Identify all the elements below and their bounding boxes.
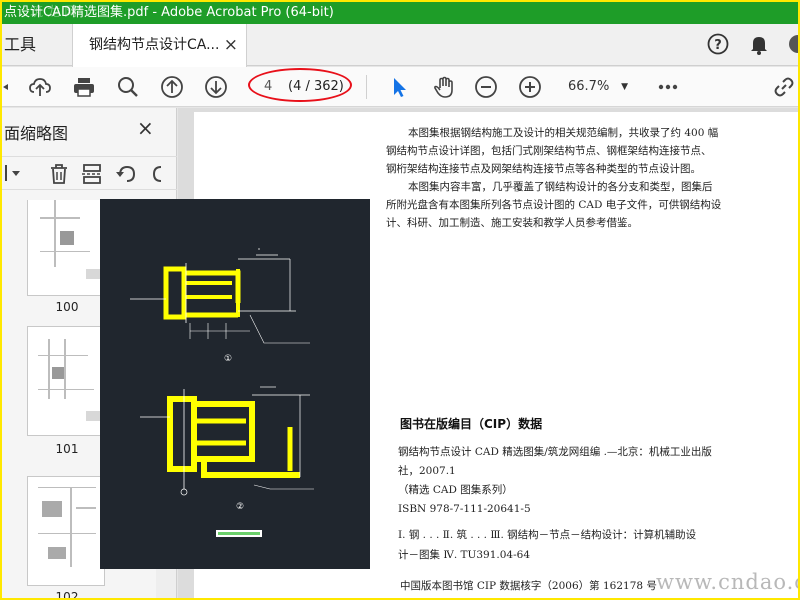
cad-detail-2 xyxy=(140,386,314,496)
text-line: ISBN 978-7-111-20641-5 xyxy=(398,503,531,515)
site-watermark: www.cndao.com xyxy=(656,570,798,594)
cad-drawing-overlay: ① ② xyxy=(100,199,370,569)
tab-tools[interactable]: 工具 xyxy=(2,24,36,66)
text-line: Ⅰ. 钢 . . . Ⅱ. 筑 . . . Ⅲ. 钢结构－节点－结构设计：计算机… xyxy=(398,529,697,541)
tab-document[interactable]: 钢结构节点设计CA... × xyxy=(72,24,247,67)
thumbnail-toolbar xyxy=(2,156,177,190)
zoom-in-icon[interactable] xyxy=(518,75,542,99)
help-icon[interactable]: ? xyxy=(706,32,730,56)
options-dropdown-icon[interactable] xyxy=(4,163,22,183)
panel-close-icon[interactable]: × xyxy=(137,116,154,140)
text-line: 社，2007.1 xyxy=(398,465,456,477)
text-line: 钢结构节点设计 CAD 精选图集/筑龙网组编 .—北京：机械工业出版 xyxy=(398,446,712,458)
svg-text:?: ? xyxy=(714,38,722,53)
print-icon[interactable] xyxy=(72,75,96,99)
text-line: 本图集内容丰富，几乎覆盖了钢结构设计的各分支和类型，图集后 xyxy=(408,181,713,193)
classification-text: Ⅰ. 钢 . . . Ⅱ. 筑 . . . Ⅲ. 钢结构－节点－结构设计：计算机… xyxy=(398,525,696,565)
thumbnail-page-number: 101 xyxy=(55,442,79,456)
tab-close-icon[interactable]: × xyxy=(224,24,238,66)
red-highlight-circle xyxy=(248,68,352,102)
thumbnail-page-number: 100 xyxy=(55,300,79,314)
cad-drawing: ① ② xyxy=(130,248,314,537)
cip-record: 钢结构节点设计 CAD 精选图集/筑龙网组编 .—北京：机械工业出版 社，200… xyxy=(398,443,712,519)
text-line: 所附光盘含有本图集所列各节点设计图的 CAD 电子文件，可供钢结构设 xyxy=(386,199,722,211)
text-line: 本图集根据钢结构施工及设计的相关规范编制，共收录了约 400 幅 xyxy=(408,127,719,139)
zoom-level-select[interactable]: 66.7% ▼ xyxy=(562,75,634,99)
chevron-down-icon: ▼ xyxy=(621,82,628,92)
intro-paragraph-1: 本图集根据钢结构施工及设计的相关规范编制，共收录了约 400 幅 钢结构节点设计… xyxy=(386,124,718,178)
catalog-number: 中国版本图书馆 CIP 数据核字（2006）第 162178 号 xyxy=(400,580,657,592)
title-bar: 点设计CAD精选图集.pdf - Adobe Acrobat Pro (64-b… xyxy=(2,2,798,24)
thumbnail-page-number: 102 xyxy=(55,590,79,598)
page-thumbnail[interactable] xyxy=(27,476,105,586)
toolbar-divider xyxy=(366,75,367,99)
zoom-out-icon[interactable] xyxy=(474,75,498,99)
next-page-icon[interactable] xyxy=(204,75,228,99)
zoom-level-value: 66.7% xyxy=(568,79,610,94)
acrobat-window: 点设计CAD精选图集.pdf - Adobe Acrobat Pro (64-b… xyxy=(2,2,798,598)
panel-title: 面缩略图 xyxy=(4,124,69,143)
text-line: 计－图集 Ⅳ. TU391.04-64 xyxy=(398,549,531,561)
page-thumbnail[interactable] xyxy=(27,326,105,436)
detail-label-1: ① xyxy=(224,354,232,364)
account-icon[interactable] xyxy=(788,32,798,56)
share-link-icon[interactable] xyxy=(772,75,796,99)
detail-label-2: ② xyxy=(236,502,244,512)
text-line: （精选 CAD 图集系列） xyxy=(398,484,513,496)
rotate-counterclockwise-icon[interactable] xyxy=(115,163,137,185)
previous-page-icon[interactable] xyxy=(160,75,184,99)
text-line: 钢桁架结构连接节点及网架结构连接节点等各种类型的节点设计图。 xyxy=(386,163,701,175)
intro-paragraph-2: 本图集内容丰富，几乎覆盖了钢结构设计的各分支和类型，图集后 所附光盘含有本图集所… xyxy=(386,178,721,232)
main-toolbar: 4 (4 / 362) 66.7% ▼ xyxy=(2,67,798,107)
hand-tool-icon[interactable] xyxy=(432,75,456,99)
tab-bar: 工具 钢结构节点设计CA... × ? xyxy=(2,24,798,67)
tab-document-label: 钢结构节点设计CA... xyxy=(89,37,220,53)
toolbar-overflow-left-icon[interactable] xyxy=(2,75,12,99)
rotate-clockwise-icon[interactable] xyxy=(150,163,164,185)
cip-heading: 图书在版编目（CIP）数据 xyxy=(400,417,543,431)
delete-page-icon[interactable] xyxy=(48,163,70,185)
extract-pages-icon[interactable] xyxy=(81,163,103,185)
page-thumbnail[interactable] xyxy=(27,200,105,296)
watermark-text: 筑 龙 网 xyxy=(30,5,78,20)
cad-detail-1 xyxy=(130,248,310,344)
search-icon[interactable] xyxy=(116,75,140,99)
text-line: 钢结构节点设计详图，包括门式刚架结构节点、钢框架结构连接节点、 xyxy=(386,145,712,157)
select-cursor-icon[interactable] xyxy=(388,75,412,99)
scale-bar-fill xyxy=(218,532,260,535)
notification-bell-icon[interactable] xyxy=(747,32,771,56)
text-line: 计、科研、加工制造、施工安装和教学人员参考借鉴。 xyxy=(386,217,638,229)
upload-cloud-icon[interactable] xyxy=(28,75,52,99)
more-tools-icon[interactable] xyxy=(656,75,680,99)
